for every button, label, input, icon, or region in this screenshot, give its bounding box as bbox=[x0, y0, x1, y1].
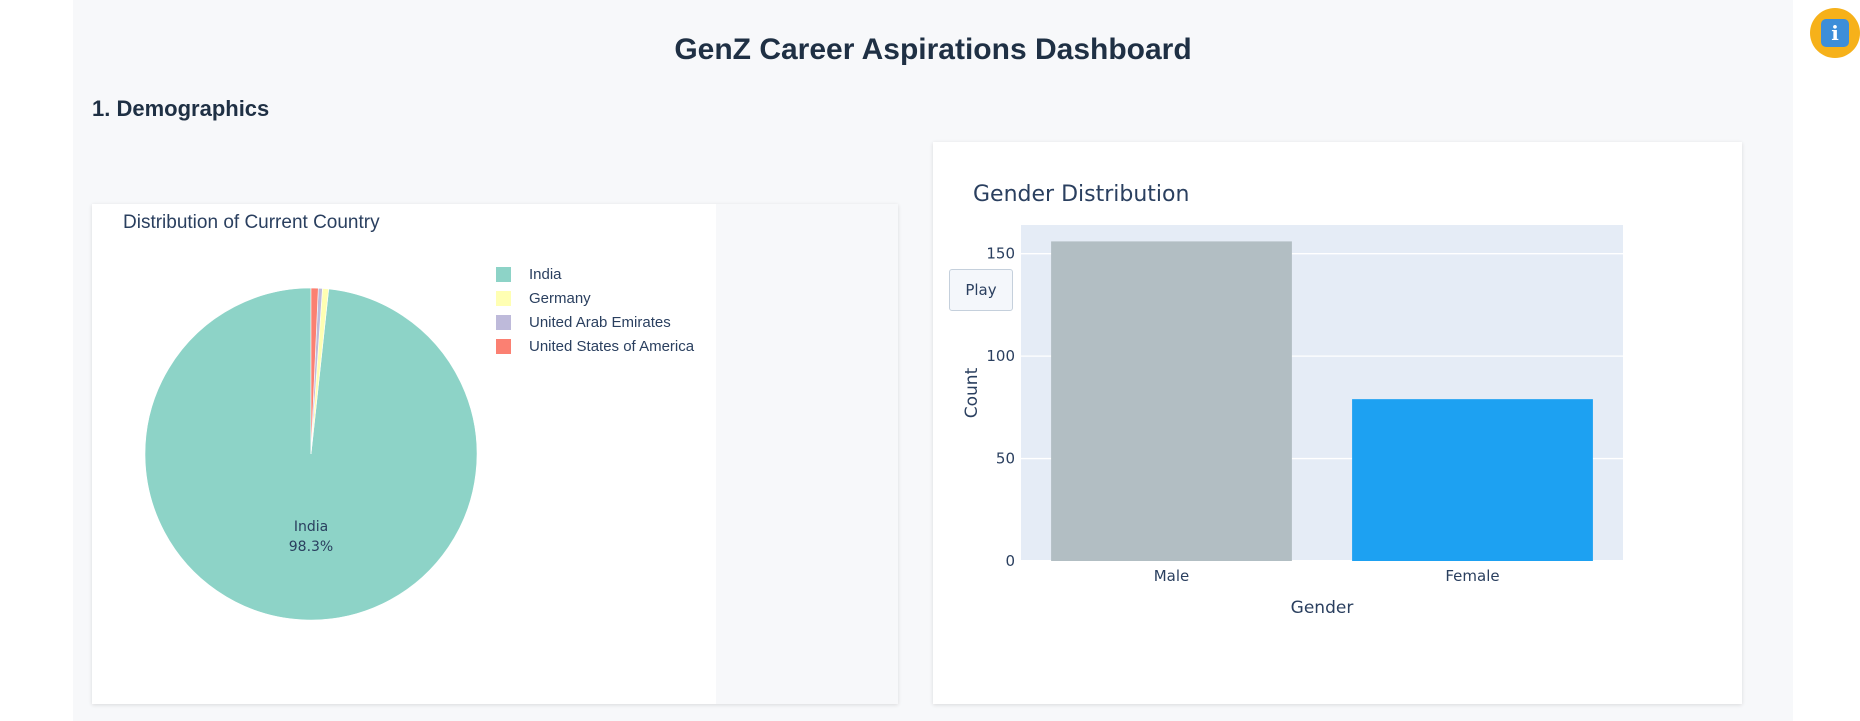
gender-distribution-card: Gender Distribution 0 50 100 150 Male Female… bbox=[933, 142, 1742, 704]
bar-x-axis-label: Gender bbox=[1291, 598, 1354, 618]
bar-chart: 0 50 100 150 Male Female Gender Count bbox=[962, 225, 1623, 618]
y-tick-label: 150 bbox=[986, 245, 1015, 263]
x-tick-label-female: Female bbox=[1445, 567, 1499, 585]
legend-item-india[interactable]: India bbox=[496, 262, 694, 286]
pie-inside-label-percent: 98.3% bbox=[289, 539, 333, 555]
legend-label: United Arab Emirates bbox=[529, 313, 671, 331]
pie-inside-label-name: India bbox=[294, 519, 328, 535]
x-tick-label-male: Male bbox=[1154, 567, 1190, 585]
dashboard-page: GenZ Career Aspirations Dashboard 1. Dem… bbox=[73, 0, 1793, 721]
bar-male[interactable] bbox=[1051, 241, 1292, 561]
country-distribution-card: Distribution of Current Country India 98… bbox=[92, 204, 898, 704]
legend-swatch bbox=[496, 314, 511, 330]
y-tick-label: 100 bbox=[986, 347, 1015, 365]
y-tick-label: 0 bbox=[1005, 552, 1015, 570]
legend-swatch bbox=[496, 338, 511, 354]
bar-female[interactable] bbox=[1352, 399, 1593, 561]
pie-plot-area: Distribution of Current Country India 98… bbox=[92, 204, 716, 704]
legend-item-germany[interactable]: Germany bbox=[496, 286, 694, 310]
info-glyph: i bbox=[1821, 19, 1849, 47]
legend-swatch bbox=[496, 266, 511, 282]
play-button[interactable]: Play bbox=[949, 269, 1013, 311]
pie-card-empty-area bbox=[716, 204, 898, 704]
info-icon[interactable]: i bbox=[1810, 8, 1860, 58]
y-tick-label: 50 bbox=[996, 450, 1015, 468]
pie-legend: India Germany United Arab Emirates United S… bbox=[496, 262, 694, 358]
bar-y-axis-label: Count bbox=[962, 367, 982, 418]
legend-label: India bbox=[529, 265, 562, 283]
section-title-demographics: 1. Demographics bbox=[92, 96, 270, 121]
legend-label: Germany bbox=[529, 289, 591, 307]
legend-label: United States of America bbox=[529, 337, 695, 355]
dashboard-title: GenZ Career Aspirations Dashboard bbox=[674, 33, 1192, 66]
legend-swatch bbox=[496, 290, 511, 306]
legend-item-united-arab-emirates[interactable]: United Arab Emirates bbox=[496, 310, 694, 334]
legend-item-united-states-of-america[interactable]: United States of America bbox=[496, 334, 694, 358]
